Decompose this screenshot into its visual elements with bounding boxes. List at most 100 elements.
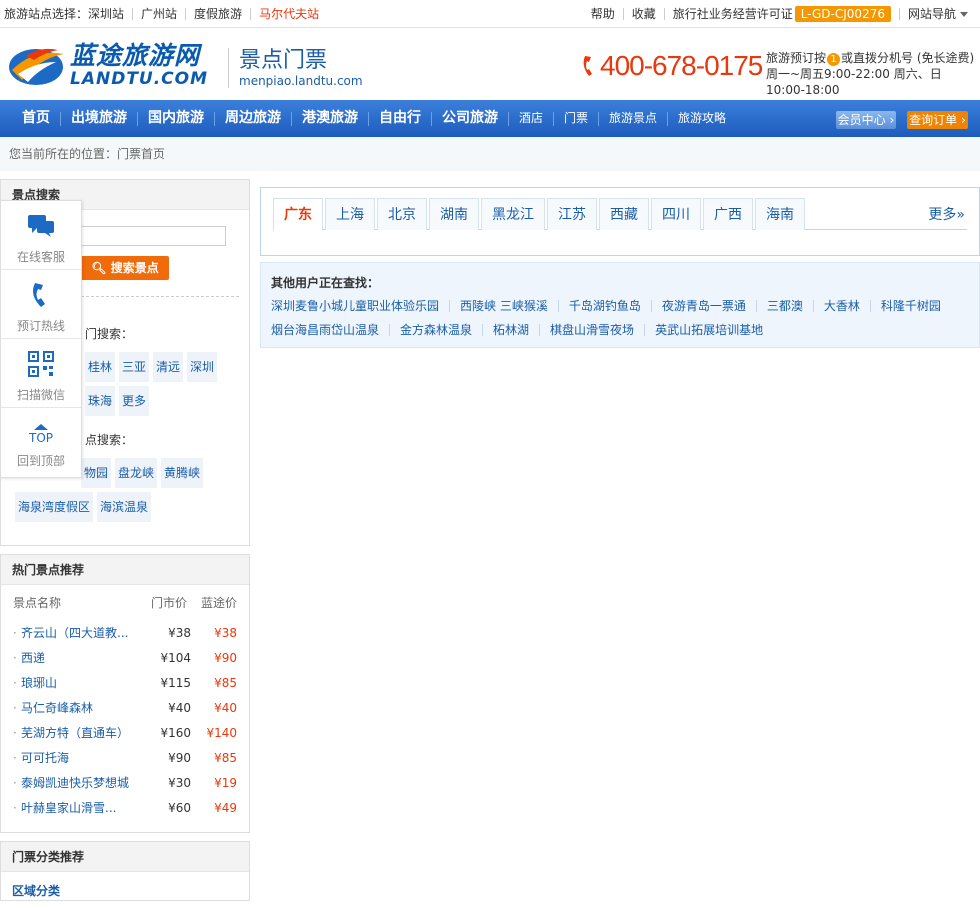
favorite-link[interactable]: 收藏 [622, 7, 664, 20]
wechat-scan-button[interactable]: 扫描微信 [1, 339, 81, 408]
landtu-price: ¥85 [214, 751, 237, 765]
nav-item-nearby[interactable]: 周边旅游 [215, 100, 291, 137]
list-item[interactable]: 叶赫皇家山滑雪... ¥60 ¥49 [13, 796, 237, 821]
search-suggestion-link[interactable]: 西陵峡 三峡猴溪 [449, 300, 558, 312]
search-suggestion-link[interactable]: 大香林 [812, 300, 870, 312]
col-name: 景点名称 [13, 596, 62, 610]
attraction-name[interactable]: 叶赫皇家山滑雪... [13, 796, 145, 821]
nav-item-hk-macau[interactable]: 港澳旅游 [292, 100, 368, 137]
tab-region[interactable]: 四川 [651, 198, 701, 230]
nav-item-outbound[interactable]: 出境旅游 [61, 100, 137, 137]
search-suggestion-link[interactable]: 柘林湖 [482, 324, 539, 336]
nav-item-hotel[interactable]: 酒店 [509, 100, 553, 137]
list-item[interactable]: 琅琊山 ¥115 ¥85 [13, 671, 237, 696]
main-nav: 首页 出境旅游 国内旅游 周边旅游 港澳旅游 自由行 公司旅游 酒店 门票 旅游… [0, 100, 980, 137]
tab-region[interactable]: 江苏 [547, 198, 597, 230]
landtu-price: ¥40 [214, 701, 237, 715]
tab-region[interactable]: 黑龙江 [481, 198, 545, 230]
tag-link[interactable]: 桂林 [85, 352, 116, 382]
tab-region[interactable]: 广西 [703, 198, 753, 230]
station-link[interactable]: 度假旅游 [185, 7, 250, 20]
attraction-name[interactable]: 琅琊山 [13, 671, 145, 696]
member-center-button[interactable]: 会员中心 › [836, 111, 896, 129]
station-link[interactable]: 马尔代夫站 [250, 7, 327, 20]
tab-region[interactable]: 海南 [755, 198, 805, 230]
back-to-top-label: 回到顶部 [16, 454, 65, 468]
search-suggestion-link[interactable]: 棋盘山滑雪夜场 [539, 324, 644, 336]
key-badge: 1 [827, 53, 841, 66]
attraction-name[interactable]: 泰姆凯迪快乐梦想城 [13, 771, 145, 796]
attraction-name[interactable]: 马仁奇峰森林 [13, 696, 145, 721]
tab-region[interactable]: 湖南 [429, 198, 479, 230]
list-item[interactable]: 马仁奇峰森林 ¥40 ¥40 [13, 696, 237, 721]
attraction-name[interactable]: 芜湖方特（直通车） [13, 721, 145, 746]
attraction-name[interactable]: 西递 [13, 646, 145, 671]
back-to-top-button[interactable]: TOP 回到顶部 [1, 408, 81, 477]
booking-hotline-button[interactable]: 预订热线 [1, 270, 81, 339]
logo[interactable]: 蓝途旅游网 LANDTU.COM [6, 40, 208, 90]
site-nav-menu[interactable]: 网站导航 [898, 7, 976, 20]
tab-region[interactable]: 西藏 [599, 198, 649, 230]
list-item[interactable]: 西递 ¥104 ¥90 [13, 646, 237, 671]
nav-item-tickets[interactable]: 门票 [554, 100, 598, 137]
more-regions-link[interactable]: 更多» [928, 204, 965, 224]
tab-region[interactable]: 北京 [377, 198, 427, 230]
search-suggestion-link[interactable]: 深圳麦鲁小城儿童职业体验乐园 [271, 300, 449, 312]
tab-region[interactable]: 广东 [273, 198, 323, 231]
back-to-top-icon: TOP [29, 418, 53, 448]
search-icon: 🔍︎ [91, 261, 107, 275]
list-item[interactable]: 泰姆凯迪快乐梦想城 ¥30 ¥19 [13, 771, 237, 796]
landtu-price: ¥38 [214, 626, 237, 640]
tag-link[interactable]: 物园 [81, 458, 112, 488]
hot-table-header: 景点名称 门市价 蓝途价 [13, 585, 237, 621]
tag-link[interactable]: 更多 [119, 386, 150, 416]
tag-link[interactable]: 珠海 [85, 386, 116, 416]
list-item[interactable]: 芜湖方特（直通车） ¥160 ¥140 [13, 721, 237, 746]
tag-link[interactable]: 盘龙峡 [115, 458, 158, 488]
search-suggestion-link[interactable]: 科隆千树园 [869, 300, 951, 312]
logo-chinese: 蓝途旅游网 [70, 41, 201, 70]
station-label: 旅游站点选择： [4, 6, 89, 21]
nav-item-domestic[interactable]: 国内旅游 [138, 100, 214, 137]
list-item[interactable]: 可可托海 ¥90 ¥85 [13, 746, 237, 771]
tag-link[interactable]: 清远 [153, 352, 184, 382]
nav-item-guides[interactable]: 旅游攻略 [668, 100, 736, 137]
arrow-right-icon: › [889, 113, 895, 127]
arrow-right-icon: › [961, 113, 966, 127]
market-price: ¥38 [168, 626, 191, 640]
list-item[interactable]: 齐云山（四大道教... ¥38 ¥38 [13, 621, 237, 646]
others-link-row: 深圳麦鲁小城儿童职业体验乐园 西陵峡 三峡猴溪 千岛湖钓鱼岛 夜游青岛一票通 三都澳 大香… [271, 300, 951, 312]
help-link[interactable]: 帮助 [583, 8, 623, 20]
attraction-name[interactable]: 可可托海 [13, 746, 145, 771]
tag-link[interactable]: 海泉湾度假区 [15, 492, 94, 522]
search-suggestion-link[interactable]: 英武山拓展培训基地 [644, 324, 773, 336]
search-suggestion-link[interactable]: 三都澳 [755, 300, 813, 312]
tag-link[interactable]: 黄腾峡 [161, 458, 204, 488]
search-suggestion-link[interactable]: 千岛湖钓鱼岛 [557, 300, 651, 312]
tag-link[interactable]: 深圳 [187, 352, 218, 382]
search-button[interactable]: 🔍︎ 搜索景点 [81, 256, 169, 280]
station-link[interactable]: 广州站 [132, 7, 185, 20]
top-bar: 旅游站点选择：深圳站 广州站 度假旅游 马尔代夫站 帮助 收藏 旅行社业务经营许可证 L-G… [0, 0, 980, 28]
hotline: 400-678-0175 [580, 50, 763, 82]
tab-region[interactable]: 上海 [325, 198, 375, 230]
landtu-price: ¥19 [214, 776, 237, 790]
nav-item-free-travel[interactable]: 自由行 [369, 100, 431, 137]
search-suggestion-link[interactable]: 烟台海昌雨岱山温泉 [271, 324, 389, 336]
search-suggestion-link[interactable]: 夜游青岛一票通 [650, 300, 756, 312]
tag-link[interactable]: 海滨温泉 [97, 492, 152, 522]
breadcrumb-current[interactable]: 门票首页 [117, 147, 165, 161]
nav-item-attractions[interactable]: 旅游景点 [599, 100, 667, 137]
nav-item-home[interactable]: 首页 [12, 100, 60, 137]
tag-link[interactable]: 三亚 [119, 352, 150, 382]
nav-item-company[interactable]: 公司旅游 [432, 100, 508, 137]
floating-service-panel: 在线客服 预订热线 扫描微信 TOP 回到顶部 [0, 200, 82, 478]
chevron-down-icon [960, 11, 968, 17]
license-info[interactable]: 旅行社业务经营许可证 L-GD-CJ00276 [663, 5, 899, 22]
attraction-name[interactable]: 齐云山（四大道教... [13, 621, 145, 646]
search-suggestion-link[interactable]: 金方森林温泉 [389, 324, 482, 336]
online-service-button[interactable]: 在线客服 [1, 201, 81, 270]
station-link[interactable]: 深圳站 [88, 8, 132, 20]
query-order-button[interactable]: 查询订单 › [907, 111, 968, 129]
search-input[interactable] [81, 226, 226, 246]
